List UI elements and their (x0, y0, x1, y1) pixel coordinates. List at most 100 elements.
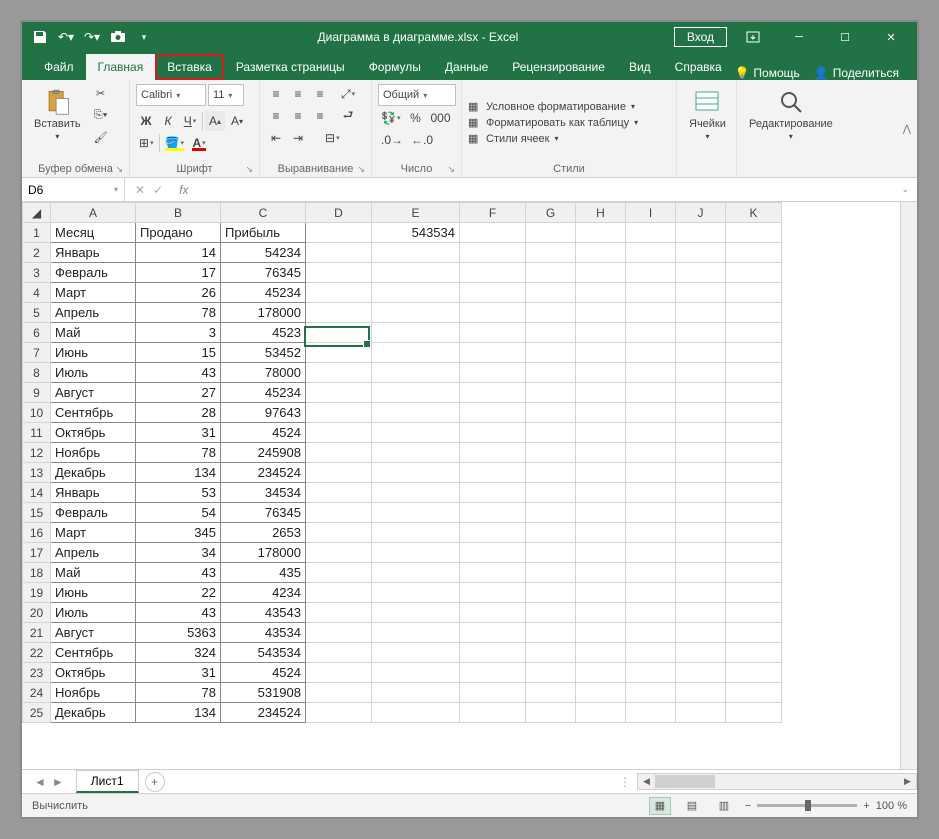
tab-pagelayout[interactable]: Разметка страницы (224, 54, 357, 80)
cell[interactable] (626, 323, 676, 343)
cell[interactable] (726, 603, 782, 623)
cell[interactable]: Сентябрь (51, 643, 136, 663)
cell[interactable]: Ноябрь (51, 443, 136, 463)
cell[interactable]: 4524 (221, 663, 306, 683)
cell[interactable]: Месяц (51, 223, 136, 243)
cell[interactable] (372, 303, 460, 323)
col-header[interactable]: D (306, 203, 372, 223)
cell[interactable] (526, 323, 576, 343)
row-header[interactable]: 1 (23, 223, 51, 243)
cell[interactable] (372, 563, 460, 583)
cell[interactable] (306, 363, 372, 383)
tellme-button[interactable]: 💡 Помощь (734, 66, 799, 80)
undo-icon[interactable]: ↶▾ (58, 29, 74, 45)
cell[interactable] (526, 583, 576, 603)
cell[interactable]: Октябрь (51, 663, 136, 683)
growfont-button[interactable]: A▴ (205, 111, 225, 131)
cell[interactable] (726, 583, 782, 603)
cell[interactable] (676, 303, 726, 323)
cell[interactable]: 178000 (221, 543, 306, 563)
cell[interactable] (526, 243, 576, 263)
currency-button[interactable]: 💱▾ (378, 108, 403, 128)
cell[interactable] (726, 283, 782, 303)
cell[interactable]: 54234 (221, 243, 306, 263)
number-dialog-icon[interactable]: ↘ (447, 164, 455, 175)
cell[interactable] (526, 643, 576, 663)
col-header[interactable]: A (51, 203, 136, 223)
col-header[interactable]: K (726, 203, 782, 223)
cell[interactable] (676, 503, 726, 523)
cell[interactable] (676, 643, 726, 663)
sheet-tab[interactable]: Лист1 (76, 770, 139, 793)
editing-button[interactable]: Редактирование▾ (743, 84, 839, 145)
sheet-nav-first-icon[interactable]: ◄ (32, 775, 48, 789)
cell[interactable] (626, 643, 676, 663)
cell[interactable]: 4523 (221, 323, 306, 343)
decdecimal-button[interactable]: ←.0 (408, 130, 436, 150)
cell[interactable]: 27 (136, 383, 221, 403)
cell[interactable]: 4524 (221, 423, 306, 443)
cell[interactable] (306, 483, 372, 503)
cell[interactable]: Апрель (51, 543, 136, 563)
cell[interactable] (576, 303, 626, 323)
cell[interactable] (626, 423, 676, 443)
row-header[interactable]: 20 (23, 603, 51, 623)
cell[interactable]: Октябрь (51, 423, 136, 443)
row-header[interactable]: 6 (23, 323, 51, 343)
cell[interactable] (626, 603, 676, 623)
vertical-scrollbar[interactable] (900, 202, 917, 769)
cell[interactable] (460, 643, 526, 663)
borders-button[interactable]: ⊞▾ (136, 133, 157, 153)
cell[interactable]: 543534 (372, 223, 460, 243)
cell[interactable] (576, 403, 626, 423)
cell[interactable] (372, 403, 460, 423)
select-all-button[interactable]: ◢ (23, 203, 51, 223)
cell[interactable] (626, 583, 676, 603)
cell[interactable] (726, 443, 782, 463)
cell[interactable] (372, 283, 460, 303)
row-header[interactable]: 7 (23, 343, 51, 363)
col-header[interactable]: H (576, 203, 626, 223)
cell[interactable] (306, 283, 372, 303)
qat-more-icon[interactable]: ▾ (136, 29, 152, 45)
numberformat-select[interactable]: Общий▾ (378, 84, 456, 106)
cell[interactable]: 53452 (221, 343, 306, 363)
incindent-button[interactable]: ⇥ (288, 128, 308, 148)
cell[interactable] (626, 523, 676, 543)
cell[interactable] (576, 623, 626, 643)
cell[interactable] (372, 423, 460, 443)
pagebreak-button[interactable]: ▥ (713, 797, 735, 815)
cell[interactable] (626, 483, 676, 503)
zoomout-button[interactable]: − (745, 800, 751, 812)
cell[interactable]: Август (51, 623, 136, 643)
cell[interactable]: 45234 (221, 383, 306, 403)
cell[interactable] (726, 303, 782, 323)
save-icon[interactable] (32, 29, 48, 45)
cell[interactable]: 34534 (221, 483, 306, 503)
signin-button[interactable]: Вход (674, 27, 727, 47)
cell[interactable]: 31 (136, 423, 221, 443)
cell[interactable] (372, 643, 460, 663)
cell[interactable] (372, 363, 460, 383)
cell[interactable] (460, 623, 526, 643)
col-header[interactable]: F (460, 203, 526, 223)
percent-button[interactable]: % (405, 108, 425, 128)
cell[interactable] (460, 363, 526, 383)
cell[interactable] (306, 543, 372, 563)
cell[interactable] (306, 663, 372, 683)
row-header[interactable]: 9 (23, 383, 51, 403)
row-header[interactable]: 23 (23, 663, 51, 683)
cell[interactable]: 43 (136, 603, 221, 623)
cellstyles-button[interactable]: ▦Стили ячеек▾ (468, 132, 559, 145)
cell[interactable]: 543534 (221, 643, 306, 663)
cells-button[interactable]: Ячейки▾ (683, 84, 732, 145)
cell[interactable] (726, 683, 782, 703)
cell[interactable] (460, 543, 526, 563)
row-header[interactable]: 25 (23, 703, 51, 723)
shrinkfont-button[interactable]: A▾ (227, 111, 247, 131)
cell[interactable]: 134 (136, 463, 221, 483)
cell[interactable] (726, 563, 782, 583)
cell[interactable] (460, 503, 526, 523)
cell[interactable] (526, 523, 576, 543)
cell[interactable] (526, 283, 576, 303)
